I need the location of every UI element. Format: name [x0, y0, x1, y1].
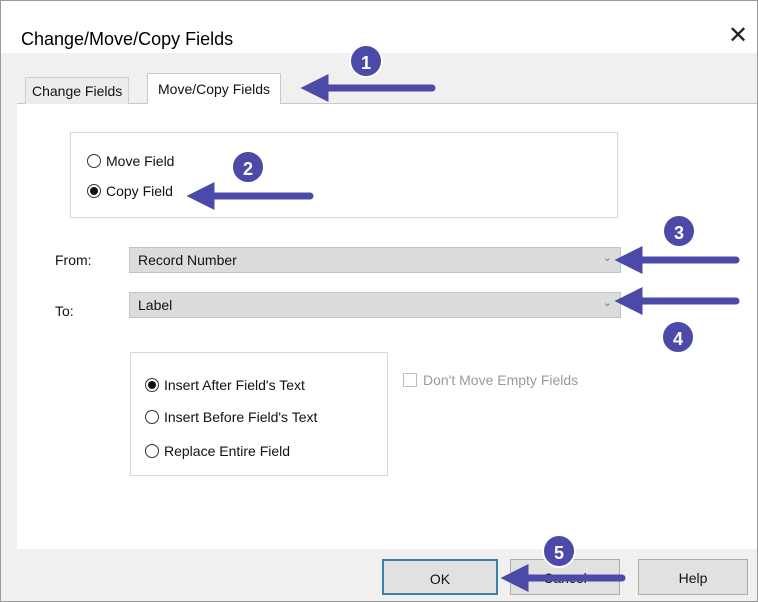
annotation-arrows — [186, 74, 740, 592]
annotation-badge-3: 3 — [662, 214, 696, 248]
annotation-badge-5: 5 — [542, 534, 576, 568]
annotation-badge-1: 1 — [349, 44, 383, 78]
annotation-badge-2: 2 — [231, 150, 265, 184]
annotation-badge-4: 4 — [661, 320, 695, 354]
